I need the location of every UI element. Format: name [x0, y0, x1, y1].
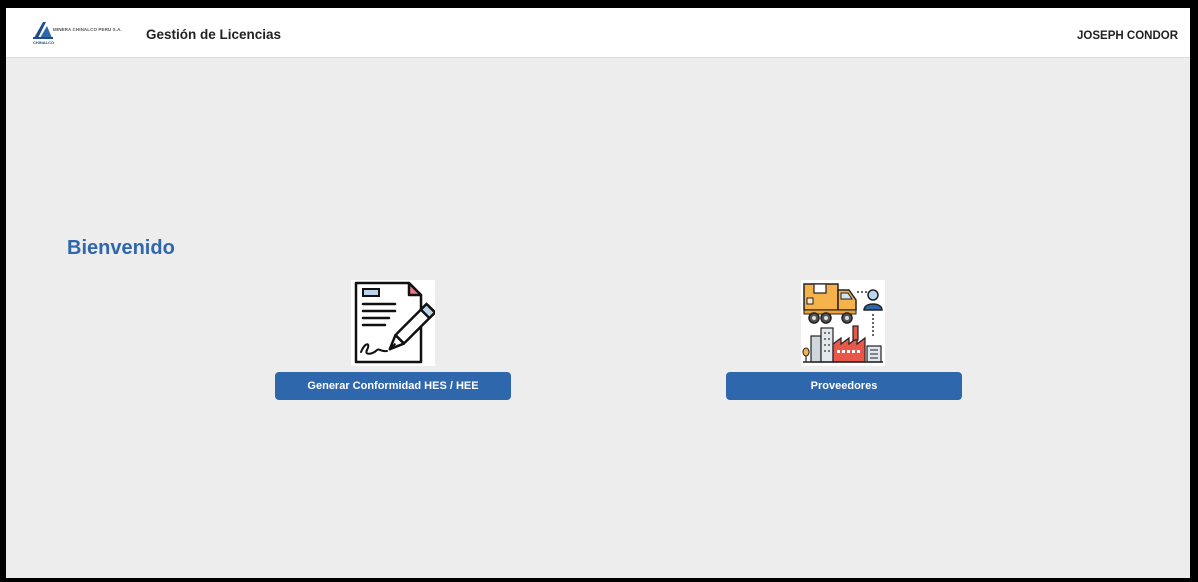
top-header: MINERA CHINALCO PERU S.A. CHINALCO Gesti…	[6, 8, 1190, 58]
app-window: MINERA CHINALCO PERU S.A. CHINALCO Gesti…	[6, 8, 1190, 578]
proveedores-button[interactable]: Proveedores	[726, 372, 962, 400]
company-logo[interactable]: MINERA CHINALCO PERU S.A. CHINALCO	[32, 21, 132, 47]
logo-brand-text: CHINALCO	[33, 40, 55, 45]
chinalco-logo-icon	[33, 22, 53, 39]
app-title: Gestión de Licencias	[146, 27, 282, 42]
user-name[interactable]: JOSEPH CONDOR	[1077, 30, 1178, 42]
welcome-heading: Bienvenido	[67, 237, 175, 259]
supplier-logistics-icon	[801, 280, 885, 366]
generar-conformidad-button[interactable]: Generar Conformidad HES / HEE	[275, 372, 511, 400]
document-sign-icon	[351, 280, 435, 366]
logo-company-name: MINERA CHINALCO PERU S.A.	[53, 27, 122, 32]
